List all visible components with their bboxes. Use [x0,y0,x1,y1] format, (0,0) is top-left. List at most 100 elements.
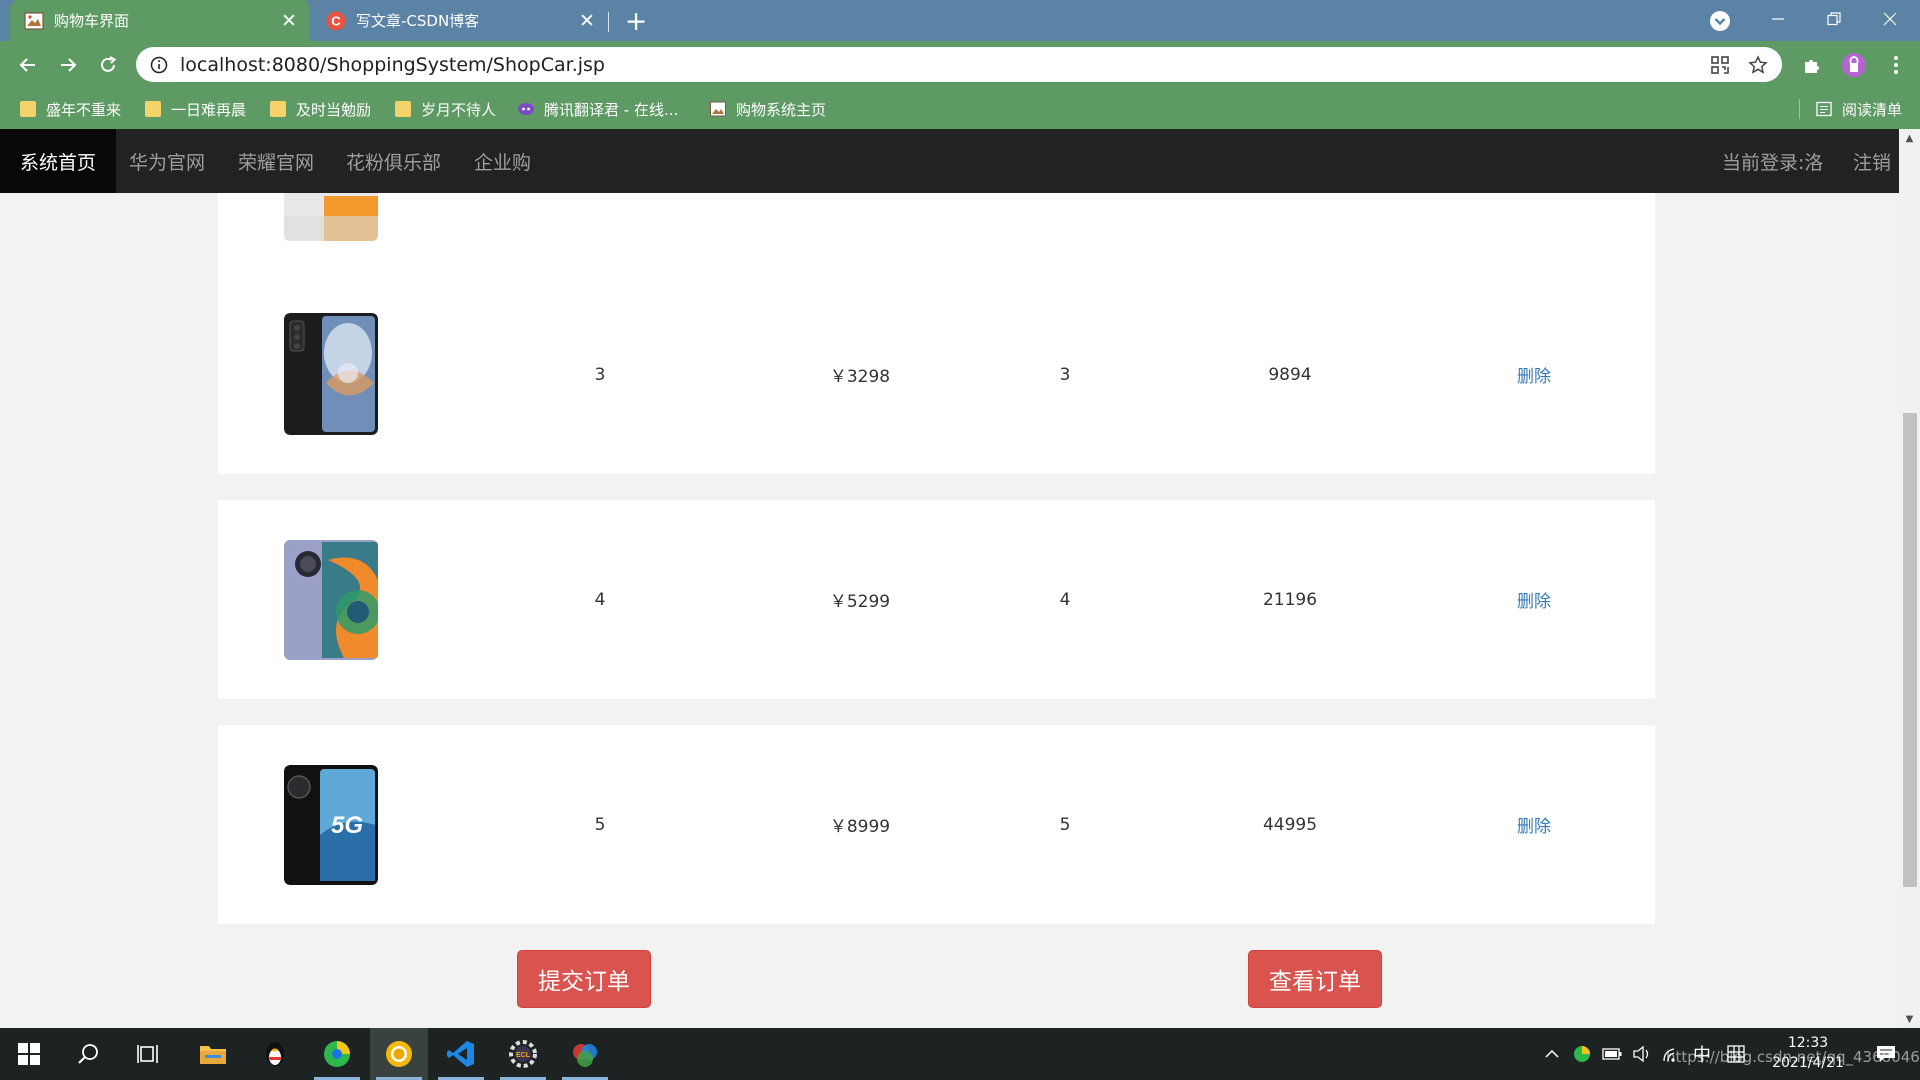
tray-expand-chevron-icon[interactable] [1538,1028,1566,1080]
kebab-menu-icon[interactable] [1880,49,1912,81]
colorful-app-icon[interactable] [556,1028,614,1080]
tab-shopcar[interactable]: 购物车界面 ✕ [10,0,310,41]
minimize-icon[interactable] [1750,0,1806,38]
bookmark-label: 盛年不重来 [46,100,122,119]
vscode-icon[interactable] [432,1028,490,1080]
bookmark-folder[interactable]: 一日难再晨 [145,97,246,121]
tray-360-icon[interactable] [1568,1028,1596,1080]
extensions-puzzle-icon[interactable] [1796,49,1828,81]
eclipse-gear-icon[interactable]: ECL [494,1028,552,1080]
product-id: 3 [594,364,606,385]
nav-enterprise[interactable]: 企业购 [474,129,531,193]
tab-divider [608,12,609,32]
subtotal: 21196 [1262,589,1318,610]
bookmark-divider [1798,99,1800,119]
bookmark-folder[interactable]: 岁月不待人 [395,97,496,121]
product-phone-image [284,193,378,241]
subtotal: 9894 [1268,364,1312,385]
restore-icon[interactable] [1806,0,1862,38]
browser-360-icon[interactable] [308,1028,366,1080]
nav-home[interactable]: 系统首页 [0,129,117,193]
cart-row: 3 ￥3298 3 9894 删除 [218,275,1655,474]
tab-search-chevron-icon[interactable] [1708,9,1732,33]
quantity: 5 [1059,814,1071,835]
forward-arrow-icon[interactable] [52,49,84,81]
bookmark-shop-home[interactable]: 购物系统主页 [710,97,826,121]
bookmark-folder[interactable]: 盛年不重来 [20,97,121,121]
delete-link[interactable]: 删除 [1474,275,1594,474]
unit-price: ￥8999 [829,817,891,837]
quantity: 4 [1059,589,1071,610]
tab-close-icon[interactable]: ✕ [276,8,302,34]
folder-icon [20,101,36,117]
windows-start-icon[interactable] [0,1028,58,1080]
unit-price: ￥5299 [829,592,891,612]
search-icon[interactable] [60,1028,118,1080]
tab-title: 购物车界面 [54,12,130,30]
scroll-thumb[interactable] [1903,413,1917,887]
product-id: 4 [594,589,606,610]
task-view-icon[interactable] [120,1028,178,1080]
bookmark-star-icon[interactable] [1744,51,1772,79]
delete-link[interactable]: 删除 [1474,725,1594,924]
profile-avatar[interactable] [1838,49,1870,81]
bookmark-label: 购物系统主页 [736,100,827,119]
bookmarks-bar: 盛年不重来 一日难再晨 及时当勉励 岁月不待人 腾讯翻译君 - 在线... 购物… [0,88,1920,129]
product-id: 5 [594,814,606,835]
browser-toolbar: localhost:8080/ShoppingSystem/ShopCar.js… [0,41,1920,88]
battery-icon[interactable] [1598,1028,1626,1080]
view-order-button[interactable]: 查看订单 [1248,950,1382,1008]
unit-price: ￥3298 [829,367,891,387]
nav-fan-club[interactable]: 花粉俱乐部 [346,129,441,193]
shopping-cart-page: 3 ￥3298 3 9894 删除 4 ￥5299 4 21196 删除 5G [0,193,1899,1028]
cart-row-partial [218,193,1655,279]
picture-favicon-icon [710,101,726,117]
address-bar[interactable]: localhost:8080/ShoppingSystem/ShopCar.js… [136,47,1782,82]
back-arrow-icon[interactable] [12,49,44,81]
logout-link[interactable]: 注销 [1853,129,1891,193]
file-explorer-icon[interactable] [184,1028,242,1080]
reading-list[interactable]: 阅读清单 [1798,97,1902,121]
reading-list-label: 阅读清单 [1841,100,1902,119]
bookmark-folder[interactable]: 及时当勉励 [270,97,371,121]
csdn-watermark: https://blog.csdn.net/qq_43680463 [1666,1048,1920,1066]
quantity: 3 [1059,364,1071,385]
url-text: localhost:8080/ShoppingSystem/ShopCar.js… [180,53,605,76]
tab-csdn[interactable]: C 写文章-CSDN博客 ✕ [312,0,608,41]
folder-icon [270,101,286,117]
nav-honor[interactable]: 荣耀官网 [238,129,314,193]
bookmark-translate[interactable]: 腾讯翻译君 - 在线... [518,97,678,121]
folder-icon [395,101,411,117]
volume-icon[interactable] [1628,1028,1656,1080]
tab-close-icon[interactable]: ✕ [574,8,600,34]
site-navbar: 系统首页 华为官网 荣耀官网 花粉俱乐部 企业购 当前登录:洛 注销 [0,129,1899,193]
csdn-favicon-icon: C [326,11,346,30]
cart-row: 4 ￥5299 4 21196 删除 [218,500,1655,699]
nav-huawei[interactable]: 华为官网 [129,129,205,193]
tab-title: 写文章-CSDN博客 [356,12,480,30]
subtotal: 44995 [1262,814,1318,835]
chrome-icon[interactable] [370,1028,428,1080]
qr-code-icon[interactable] [1706,51,1734,79]
picture-favicon-icon [24,11,44,30]
svg-text:C: C [331,13,341,28]
product-phone-image [284,540,378,660]
folder-icon [145,101,161,117]
scroll-up-arrow-icon[interactable]: ▲ [1899,129,1920,147]
submit-order-button[interactable]: 提交订单 [517,950,651,1008]
scroll-down-arrow-icon[interactable]: ▼ [1899,1010,1920,1028]
site-info-icon[interactable] [150,56,168,74]
reload-icon[interactable] [92,49,124,81]
svg-text:5G: 5G [331,812,363,839]
new-tab-plus-icon[interactable]: + [620,6,652,37]
current-user: 当前登录:洛 [1722,151,1824,174]
window-close-icon[interactable] [1862,0,1918,38]
bookmark-label: 岁月不待人 [421,100,497,119]
qq-penguin-icon[interactable] [246,1028,304,1080]
reading-list-icon [1816,101,1832,117]
page-scrollbar[interactable]: ▲ ▼ [1899,129,1920,1028]
delete-link[interactable]: 删除 [1474,500,1594,699]
translator-icon [518,103,534,115]
windows-taskbar: ECL 中 12:33 2021/4/21 [0,1028,1920,1080]
product-phone-image [284,313,378,435]
